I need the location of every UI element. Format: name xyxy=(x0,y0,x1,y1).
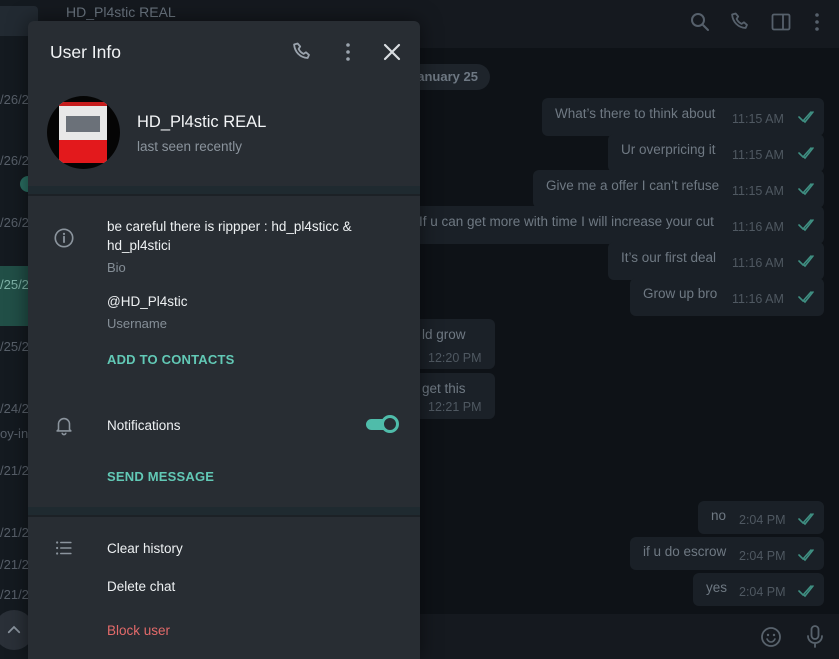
more-vertical-icon[interactable] xyxy=(336,40,360,64)
user-status: last seen recently xyxy=(137,139,243,154)
user-info-panel: User Info HD_Pl4stic REAL last seen rece… xyxy=(28,21,420,659)
microphone-icon[interactable] xyxy=(803,624,827,650)
clear-history-button[interactable]: Clear history xyxy=(107,539,183,558)
chat-list-date: /25/2 xyxy=(0,277,29,292)
read-ticks-icon xyxy=(798,219,814,232)
message-time: 2:04 PM xyxy=(739,513,786,527)
message-text: What’s there to think about xyxy=(555,106,716,121)
sidebar-toggle-icon[interactable] xyxy=(769,10,793,34)
notifications-label: Notifications xyxy=(107,418,181,433)
close-icon[interactable] xyxy=(380,40,404,64)
avatar-image xyxy=(59,102,107,163)
message-text: Grow up bro xyxy=(643,286,718,301)
message-bubble[interactable]: It’s our first deal 11:16 AM xyxy=(608,242,824,280)
message-time: 11:16 AM xyxy=(732,220,784,234)
chat-list-date: /21/2 xyxy=(0,557,29,572)
message-bubble[interactable]: Ur overpricing it 11:15 AM xyxy=(608,134,824,172)
user-name: HD_Pl4stic REAL xyxy=(137,113,267,131)
username-label: Username xyxy=(107,316,167,331)
message-time: 2:04 PM xyxy=(739,585,786,599)
message-bubble[interactable]: Grow up bro 11:16 AM xyxy=(630,278,824,316)
message-text: Ur overpricing it xyxy=(621,142,716,157)
read-ticks-icon xyxy=(798,291,814,304)
message-text: Give me a offer I can’t refuse xyxy=(546,178,720,193)
message-text: yes xyxy=(706,580,728,595)
more-vertical-icon[interactable] xyxy=(805,10,829,34)
read-ticks-icon xyxy=(798,549,814,562)
notifications-toggle[interactable] xyxy=(366,414,399,434)
message-text: ld grow xyxy=(422,327,466,342)
add-to-contacts-button[interactable]: ADD TO CONTACTS xyxy=(107,352,234,367)
bell-icon xyxy=(56,417,72,436)
message-bubble[interactable]: if u do escrow 2:04 PM xyxy=(630,537,824,570)
read-ticks-icon xyxy=(798,585,814,598)
emoji-icon[interactable] xyxy=(759,625,783,649)
read-ticks-icon xyxy=(798,513,814,526)
list-icon xyxy=(56,541,72,555)
message-bubble[interactable]: yes 2:04 PM xyxy=(693,573,824,606)
message-text: get this xyxy=(422,381,466,396)
chat-list-date: /25/2 xyxy=(0,339,29,354)
chat-list-snippet: oy-in xyxy=(0,426,29,441)
chat-list-date: /26/2 xyxy=(0,92,29,107)
message-time: 12:20 PM xyxy=(428,351,482,365)
message-time: 2:04 PM xyxy=(739,549,786,563)
chat-title[interactable]: HD_Pl4stic REAL xyxy=(66,4,176,20)
phone-icon[interactable] xyxy=(291,40,315,64)
panel-title: User Info xyxy=(50,42,121,62)
read-ticks-icon xyxy=(798,183,814,196)
search-icon[interactable] xyxy=(688,10,712,34)
message-time: 11:15 AM xyxy=(732,148,784,162)
message-bubble[interactable]: If u can get more with time I will incre… xyxy=(405,206,824,244)
chat-list-date: /24/2 xyxy=(0,401,29,416)
message-bubble[interactable]: no 2:04 PM xyxy=(698,501,824,534)
block-user-button[interactable]: Block user xyxy=(107,623,170,638)
chat-list-date: /26/2 xyxy=(0,215,29,230)
message-time: 12:21 PM xyxy=(428,400,482,414)
send-message-button[interactable]: SEND MESSAGE xyxy=(107,469,214,484)
phone-icon[interactable] xyxy=(729,10,753,34)
message-time: 11:15 AM xyxy=(732,112,784,126)
delete-chat-button[interactable]: Delete chat xyxy=(107,577,175,596)
message-text: no xyxy=(711,508,727,523)
section-divider xyxy=(28,186,420,196)
message-bubble[interactable]: Give me a offer I can’t refuse 11:15 AM xyxy=(533,170,824,208)
message-text: It’s our first deal xyxy=(621,250,717,265)
bio-text: be careful there is rippper : hd_pl4stic… xyxy=(107,219,352,253)
message-text: if u do escrow xyxy=(643,544,727,559)
chat-list-date: /21/2 xyxy=(0,525,29,540)
message-time: 11:16 AM xyxy=(732,256,784,270)
bio-label: Bio xyxy=(107,260,126,275)
chat-list-date: /26/2 xyxy=(0,153,29,168)
message-bubble[interactable]: What’s there to think about 11:15 AM xyxy=(542,98,824,136)
chat-list-date: /21/2 xyxy=(0,587,29,602)
chevron-up-icon xyxy=(7,625,21,634)
username-text[interactable]: @HD_Pl4stic xyxy=(107,292,187,311)
avatar[interactable] xyxy=(47,96,120,169)
message-time: 11:16 AM xyxy=(732,292,784,306)
info-icon xyxy=(54,228,74,248)
read-ticks-icon xyxy=(798,111,814,124)
message-time: 11:15 AM xyxy=(732,184,784,198)
telegram-window: /26/2 /26/2 /26/2 /25/2 /25/2 /24/2 oy-i… xyxy=(0,0,839,659)
message-text: If u can get more with time I will incre… xyxy=(419,214,714,229)
read-ticks-icon xyxy=(798,147,814,160)
read-ticks-icon xyxy=(798,255,814,268)
section-divider xyxy=(28,507,420,517)
chat-list-date: /21/2 xyxy=(0,463,29,478)
